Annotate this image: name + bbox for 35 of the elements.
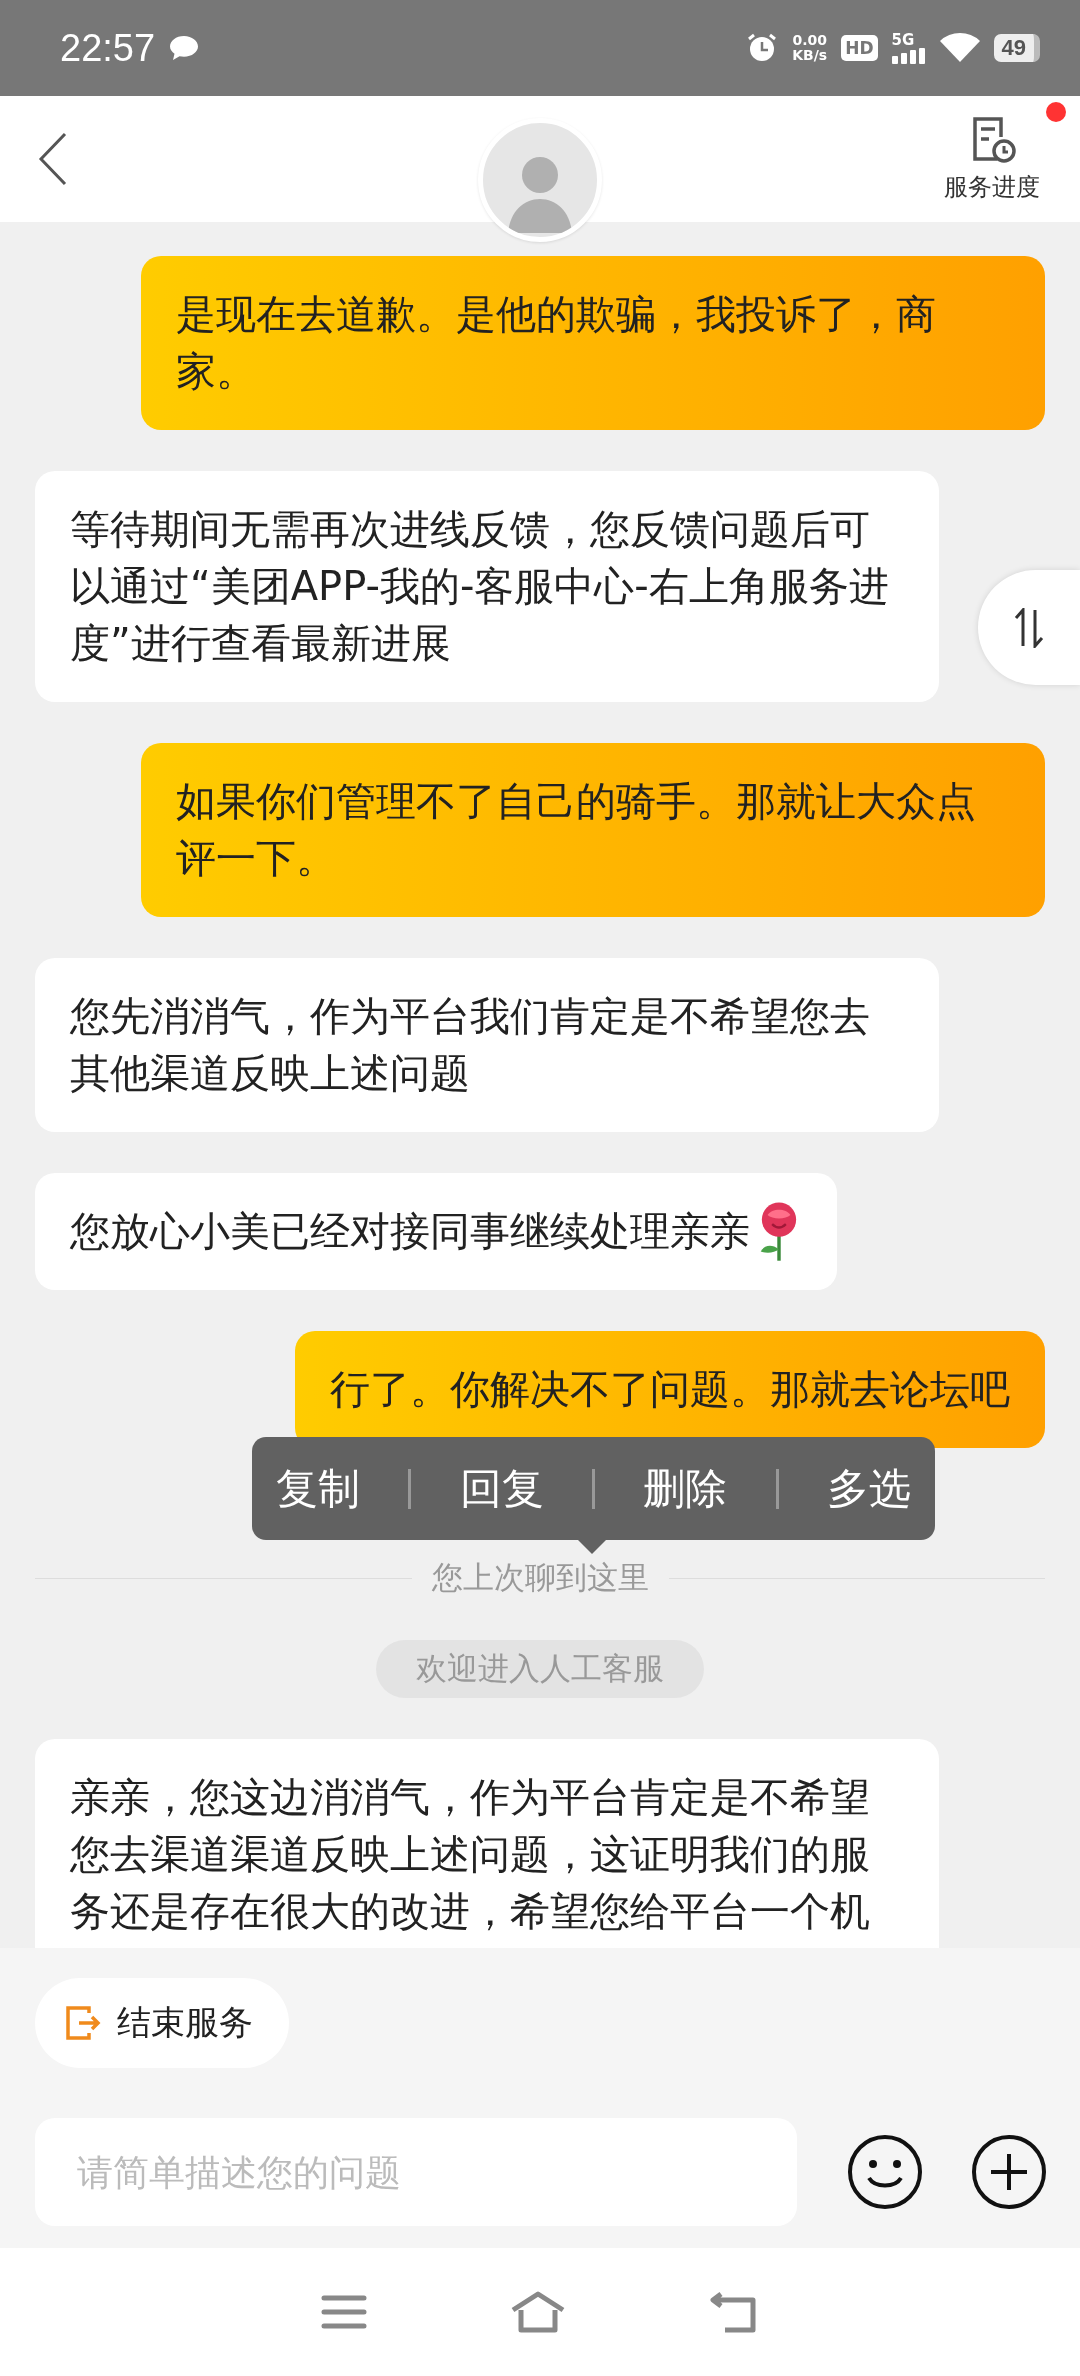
home-icon[interactable] bbox=[509, 2290, 567, 2334]
add-icon[interactable] bbox=[971, 2134, 1047, 2210]
sort-toggle-button[interactable] bbox=[978, 570, 1080, 685]
message-input[interactable]: 请简单描述您的问题 bbox=[35, 2118, 797, 2226]
system-notice: 欢迎进入人工客服 bbox=[376, 1640, 704, 1698]
network-type: 5G bbox=[891, 32, 915, 48]
received-message-bubble[interactable]: 您先消消气，作为平台我们肯定是不希望您去其他渠道反映上述问题 bbox=[35, 958, 939, 1132]
back-icon[interactable] bbox=[709, 2290, 759, 2334]
last-chat-divider-label: 您上次聊到这里 bbox=[431, 1558, 649, 1597]
received-message-bubble[interactable]: 等待期间无需再次进线反馈，您反馈问题后可以通过“美团APP-我的-客服中心-右上角服务进度”进行查看最新进展 bbox=[35, 471, 939, 702]
back-icon[interactable] bbox=[38, 132, 68, 186]
sent-message-bubble[interactable]: 如果你们管理不了自己的骑手。那就让大众点评一下。 bbox=[141, 743, 1045, 917]
hd-badge: HD bbox=[841, 35, 878, 61]
sent-message-bubble[interactable]: 是现在去道歉。是他的欺骗，我投诉了，商家。 bbox=[141, 256, 1045, 430]
menu-item[interactable]: 多选 bbox=[826, 1460, 911, 1517]
chat-bubble-icon bbox=[169, 34, 200, 62]
clock-time: 22:57 bbox=[60, 26, 156, 70]
menu-icon[interactable] bbox=[321, 2294, 367, 2330]
signal-icon bbox=[891, 47, 926, 64]
menu-item[interactable]: 删除 bbox=[643, 1460, 728, 1517]
swap-arrows-icon bbox=[1014, 607, 1044, 648]
menu-item[interactable]: 回复 bbox=[459, 1460, 544, 1517]
menu-item[interactable]: 复制 bbox=[276, 1460, 361, 1517]
emoji-icon[interactable] bbox=[847, 2134, 923, 2210]
alarm-icon bbox=[746, 32, 779, 64]
battery-level: 49 bbox=[1001, 35, 1026, 60]
received-message-bubble[interactable]: 亲亲，您这边消消气，作为平台肯定是不希望您去渠道渠道反映上述问题，这证明我们的服务还是存在很大的改进，希望您给平台一个机 bbox=[35, 1739, 939, 1948]
wifi-icon bbox=[939, 33, 980, 63]
service-progress-button[interactable]: 服务进度 bbox=[932, 115, 1052, 203]
sent-message-bubble[interactable]: 行了。你解决不了问题。那就去论坛吧 bbox=[295, 1331, 1045, 1448]
end-service-button[interactable]: 结束服务 bbox=[35, 1978, 289, 2068]
speed-unit: KB/s bbox=[792, 48, 828, 63]
exit-icon bbox=[65, 2005, 101, 2041]
network-speed: 0.00 bbox=[792, 33, 827, 48]
received-message[interactable]: 您放心小美已经对接同事继续处理亲亲 bbox=[35, 1173, 837, 1290]
